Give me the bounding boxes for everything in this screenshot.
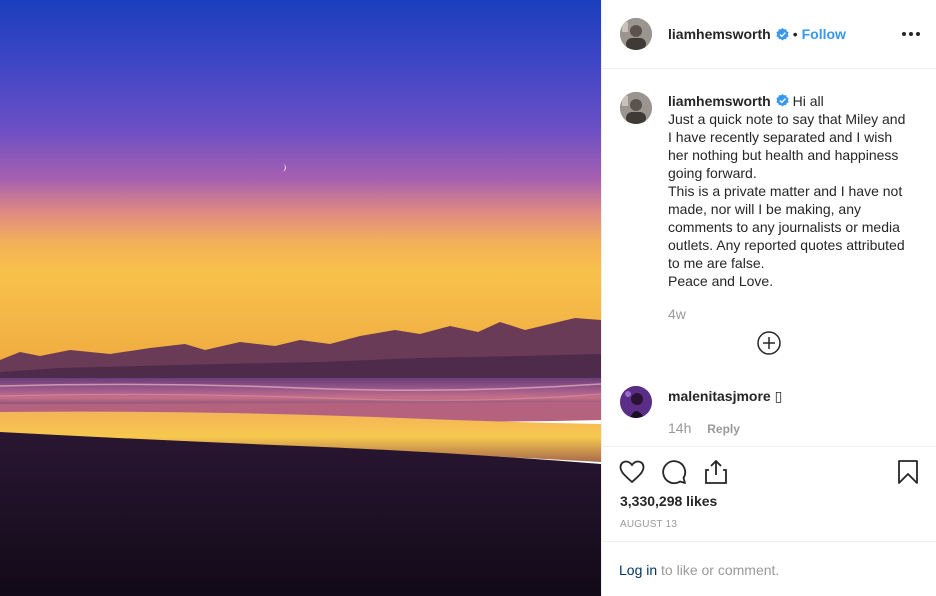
dot-2 — [909, 32, 913, 36]
login-prompt-text: to like or comment. — [657, 562, 780, 578]
verified-badge-icon — [776, 27, 789, 41]
post-photo[interactable] — [0, 0, 601, 596]
user-photo-icon — [620, 18, 652, 50]
dot-1 — [902, 32, 906, 36]
follow-button[interactable]: Follow — [802, 26, 846, 42]
like-button[interactable] — [618, 458, 646, 486]
comment-timestamp[interactable]: 14h — [668, 420, 691, 436]
comment-meta: 14h Reply — [668, 419, 782, 438]
avatar[interactable] — [620, 18, 652, 50]
comment-username[interactable]: malenitasjmore — [668, 388, 771, 404]
plus-circle-icon[interactable] — [756, 330, 782, 356]
post-header: liamhemsworth • Follow — [602, 0, 936, 69]
caption-username[interactable]: liamhemsworth — [668, 93, 771, 109]
comment-button[interactable] — [660, 458, 688, 486]
user-photo-icon — [620, 92, 652, 124]
comment-item: malenitasjmore ▯ 14h Reply — [620, 386, 782, 438]
caption: liamhemsworth Hi all Just a quick note t… — [620, 92, 920, 323]
bookmark-icon — [898, 460, 918, 484]
comments-section[interactable]: liamhemsworth Hi all Just a quick note t… — [602, 70, 936, 447]
caption-body: liamhemsworth Hi all Just a quick note t… — [668, 92, 908, 323]
commenter-avatar[interactable] — [620, 386, 652, 418]
share-icon — [705, 460, 727, 484]
separator-dot: • — [792, 26, 798, 42]
action-bar — [618, 456, 922, 488]
reply-button[interactable]: Reply — [707, 422, 740, 436]
sunset-beach-image — [0, 0, 601, 596]
like-count[interactable]: 3,330,298 likes — [620, 493, 717, 509]
save-button[interactable] — [894, 458, 922, 486]
comment-body: malenitasjmore ▯ 14h Reply — [668, 386, 782, 438]
caption-timestamp[interactable]: 4w — [668, 305, 908, 323]
caption-text: Hi all Just a quick note to say that Mil… — [668, 93, 906, 289]
heart-icon — [619, 460, 645, 484]
header-username[interactable]: liamhemsworth — [668, 26, 771, 42]
more-options-icon[interactable] — [902, 25, 920, 43]
caption-avatar[interactable] — [620, 92, 652, 124]
post-side-panel: liamhemsworth • Follow liamhemsworth Hi … — [601, 0, 936, 596]
comment-text: ▯ — [774, 388, 783, 404]
verified-badge-icon — [776, 94, 789, 107]
dot-3 — [916, 32, 920, 36]
login-prompt: Log in to like or comment. — [602, 541, 936, 596]
login-link[interactable]: Log in — [619, 562, 657, 578]
user-photo-icon — [620, 386, 652, 418]
comment-bubble-icon — [662, 460, 687, 485]
share-button[interactable] — [702, 458, 730, 486]
post-date[interactable]: AUGUST 13 — [620, 519, 677, 530]
